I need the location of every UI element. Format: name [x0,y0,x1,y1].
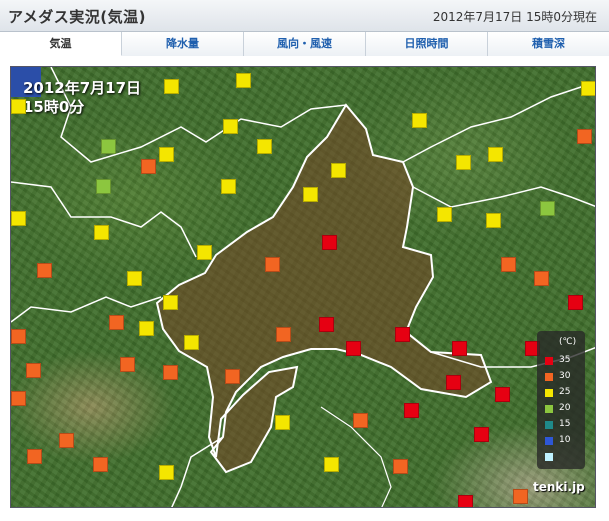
legend-swatch [545,357,553,365]
tab-wind[interactable]: 風向・風速 [244,32,366,56]
station-marker[interactable] [184,335,199,350]
station-marker[interactable] [109,315,124,330]
station-marker[interactable] [534,271,549,286]
station-marker[interactable] [331,163,346,178]
station-marker[interactable] [163,365,178,380]
station-marker[interactable] [197,245,212,260]
station-marker[interactable] [495,387,510,402]
map-date-line: 2012年7月17日 [23,79,142,97]
tab-sunshine[interactable]: 日照時間 [366,32,488,56]
station-marker[interactable] [159,147,174,162]
map-date-label: 2012年7月17日 15時0分 [23,79,141,117]
legend-swatch [545,421,553,429]
station-marker[interactable] [456,155,471,170]
border-east [412,186,595,208]
legend-swatch [545,405,553,413]
station-marker[interactable] [223,119,238,134]
legend-row: 35 [545,355,585,369]
station-marker[interactable] [446,375,461,390]
station-marker[interactable] [159,465,174,480]
station-marker[interactable] [513,489,528,504]
station-marker[interactable] [236,73,251,88]
station-marker[interactable] [458,495,473,507]
station-marker[interactable] [11,211,26,226]
station-marker[interactable] [141,159,156,174]
station-marker[interactable] [26,363,41,378]
station-marker[interactable] [11,99,26,114]
legend-row: 30 [545,371,585,385]
legend-swatch [545,437,553,445]
station-marker[interactable] [322,235,337,250]
station-marker[interactable] [221,179,236,194]
legend-label: 15 [559,419,571,429]
station-marker[interactable] [404,403,419,418]
legend-row: 20 [545,403,585,417]
station-marker[interactable] [346,341,361,356]
station-marker[interactable] [568,295,583,310]
station-marker[interactable] [353,413,368,428]
station-marker[interactable] [94,225,109,240]
prefecture-borders [11,67,595,507]
station-marker[interactable] [393,459,408,474]
legend-row [545,451,585,465]
border-west [11,296,162,323]
station-marker[interactable] [59,433,74,448]
station-marker[interactable] [120,357,135,372]
station-marker[interactable] [225,369,240,384]
legend-label: 30 [559,371,571,381]
legend-row: 25 [545,387,585,401]
legend-row: 15 [545,419,585,433]
station-marker[interactable] [324,457,339,472]
station-marker[interactable] [437,207,452,222]
station-marker[interactable] [540,201,555,216]
legend-swatch [545,389,553,397]
station-marker[interactable] [452,341,467,356]
legend-swatch [545,453,553,461]
station-marker[interactable] [96,179,111,194]
tab-snow-depth[interactable]: 積雪深 [488,32,609,56]
station-marker[interactable] [486,213,501,228]
station-marker[interactable] [474,427,489,442]
station-marker[interactable] [276,327,291,342]
station-marker[interactable] [488,147,503,162]
legend-row: 10 [545,435,585,449]
highlight-prefecture [155,103,493,474]
station-marker[interactable] [265,257,280,272]
station-marker[interactable] [257,139,272,154]
header-bar: アメダス実況(気温) 2012年7月17日 15時0分現在 [0,0,609,32]
station-marker[interactable] [577,129,592,144]
temperature-legend: (℃) 35 30 25 20 15 10 [537,331,585,469]
legend-label: 35 [559,355,571,365]
page-title: アメダス実況(気温) [8,8,146,26]
station-marker[interactable] [27,449,42,464]
legend-label: 20 [559,403,571,413]
station-marker[interactable] [127,271,142,286]
observation-timestamp: 2012年7月17日 15時0分現在 [432,10,597,24]
station-marker[interactable] [93,457,108,472]
tenki-logo: tenki.jp [533,480,585,494]
tab-precipitation[interactable]: 降水量 [122,32,244,56]
map-time-line: 15時0分 [23,98,85,116]
tab-bar: 気温 降水量 風向・風速 日照時間 積雪深 [0,32,609,56]
station-marker[interactable] [163,295,178,310]
station-marker[interactable] [581,81,595,96]
station-marker[interactable] [501,257,516,272]
station-marker[interactable] [412,113,427,128]
station-marker[interactable] [275,415,290,430]
legend-label: 10 [559,435,571,445]
legend-unit: (℃) [559,337,577,347]
temperature-map: 2012年7月17日 15時0分 (℃) 35 30 25 20 15 10 t… [10,66,596,508]
station-marker[interactable] [395,327,410,342]
legend-label: 25 [559,387,571,397]
station-marker[interactable] [303,187,318,202]
station-marker[interactable] [11,329,26,344]
station-marker[interactable] [164,79,179,94]
station-marker[interactable] [319,317,334,332]
legend-swatch [545,373,553,381]
station-marker[interactable] [101,139,116,154]
station-marker[interactable] [139,321,154,336]
tab-temperature[interactable]: 気温 [0,32,122,56]
station-marker[interactable] [11,391,26,406]
station-marker[interactable] [37,263,52,278]
